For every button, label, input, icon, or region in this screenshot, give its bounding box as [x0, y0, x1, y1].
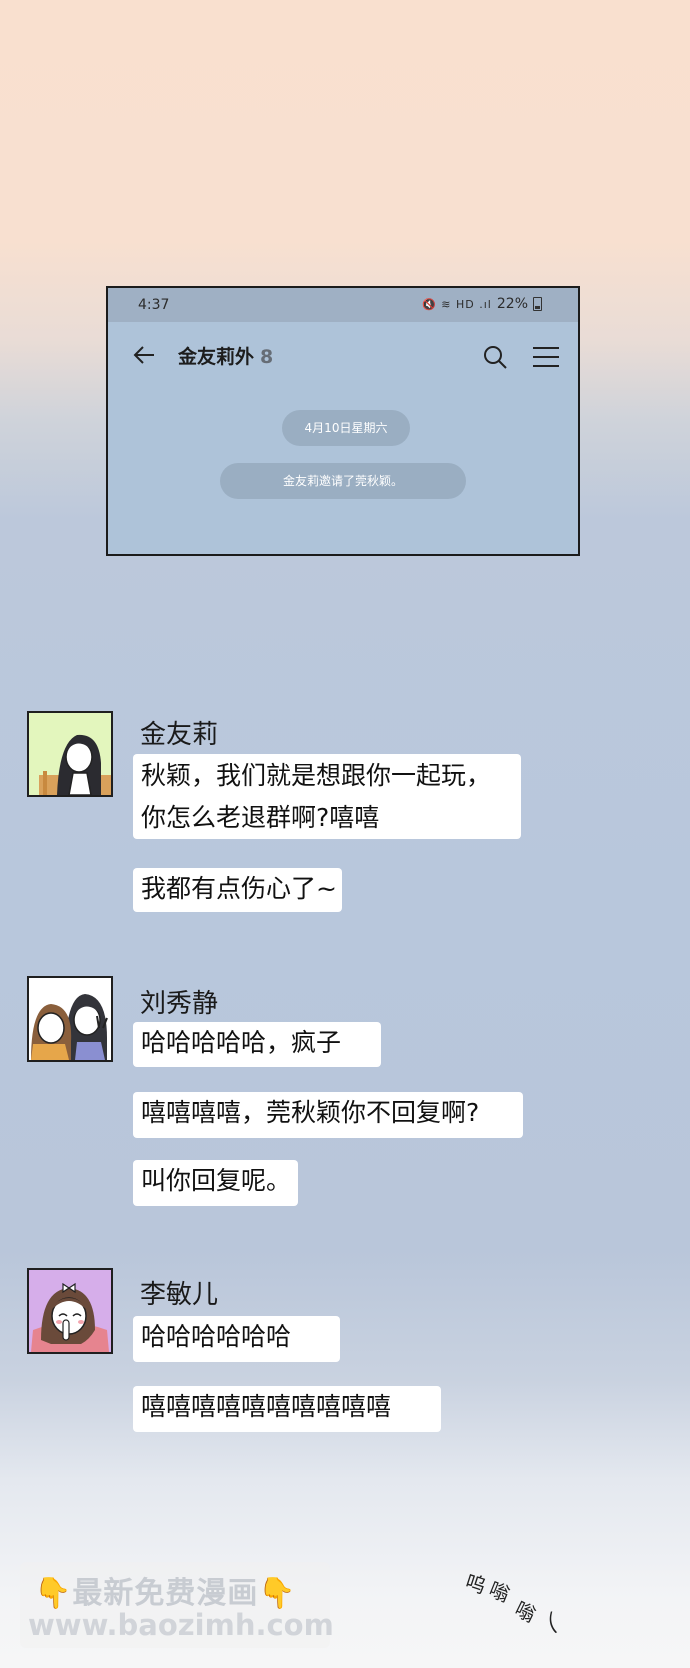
message-line: 你怎么老退群啊?嘻嘻 [141, 803, 380, 832]
menu-icon[interactable] [532, 346, 560, 368]
sfx-char: 嗡 [511, 1596, 540, 1628]
chat-screenshot-panel: 4:37 🔇 ≋ HD .ıl 22% 金友莉外 8 4月10日星期六 金友莉邀请… [106, 286, 580, 556]
sender-name: 刘秀静 [140, 989, 219, 1019]
pointing-down-icon: 👇 [258, 1576, 297, 1611]
search-icon[interactable] [482, 344, 508, 370]
sfx-char: 嗡 [485, 1577, 514, 1607]
girl-bow-avatar-icon [31, 1282, 109, 1352]
battery-level: 22% [496, 296, 528, 312]
invite-notice: 金友莉邀请了莞秋颖。 [220, 463, 466, 499]
status-time: 4:37 [138, 297, 170, 313]
status-bar: 4:37 🔇 ≋ HD .ıl 22% [108, 288, 578, 322]
message-bubble: 秋颖，我们就是想跟你一起玩， 你怎么老退群啊?嘻嘻 [133, 754, 521, 839]
back-arrow-icon[interactable] [132, 343, 156, 367]
message-bubble: 我都有点伤心了~ [133, 868, 342, 912]
pointing-down-icon: 👇 [34, 1576, 73, 1611]
sfx-char: 呜 [462, 1569, 489, 1599]
watermark: 👇最新免费漫画👇 www.baozimh.com [20, 1562, 334, 1648]
signal-icons: 🔇 ≋ HD .ıl [422, 297, 492, 311]
watermark-text: 最新免费漫画 [72, 1576, 259, 1611]
avatar-li-miner [27, 1268, 113, 1354]
message-line: 秋颖，我们就是想跟你一起玩， [141, 761, 492, 790]
sender-name: 李敏儿 [140, 1280, 219, 1310]
status-icons: 🔇 ≋ HD .ıl 22% [422, 296, 542, 312]
message-bubble: 叫你回复呢。 [133, 1160, 298, 1206]
sfx-char: 乀 [538, 1606, 568, 1638]
date-notice: 4月10日星期六 [282, 410, 410, 446]
chat-name: 金友莉外 [178, 346, 255, 368]
chat-title: 金友莉外 8 [178, 342, 273, 369]
watermark-title: 👇最新免费漫画👇 [34, 1568, 297, 1612]
sender-name: 金友莉 [140, 720, 219, 750]
avatar-liu-xiujing [27, 976, 113, 1062]
member-count: 8 [260, 346, 274, 368]
girl-avatar-icon [39, 734, 111, 795]
watermark-url: www.baozimh.com [28, 1608, 334, 1642]
message-bubble: 哈哈哈哈哈，疯子 [133, 1022, 381, 1067]
message-bubble: 哈哈哈哈哈哈 [133, 1316, 340, 1362]
message-bubble: 嘻嘻嘻嘻，莞秋颖你不回复啊? [133, 1092, 523, 1138]
two-girls-avatar-icon [31, 994, 108, 1060]
message-bubble: 嘻嘻嘻嘻嘻嘻嘻嘻嘻嘻 [133, 1386, 441, 1432]
avatar-jin-youli [27, 711, 113, 797]
battery-icon [533, 297, 542, 311]
